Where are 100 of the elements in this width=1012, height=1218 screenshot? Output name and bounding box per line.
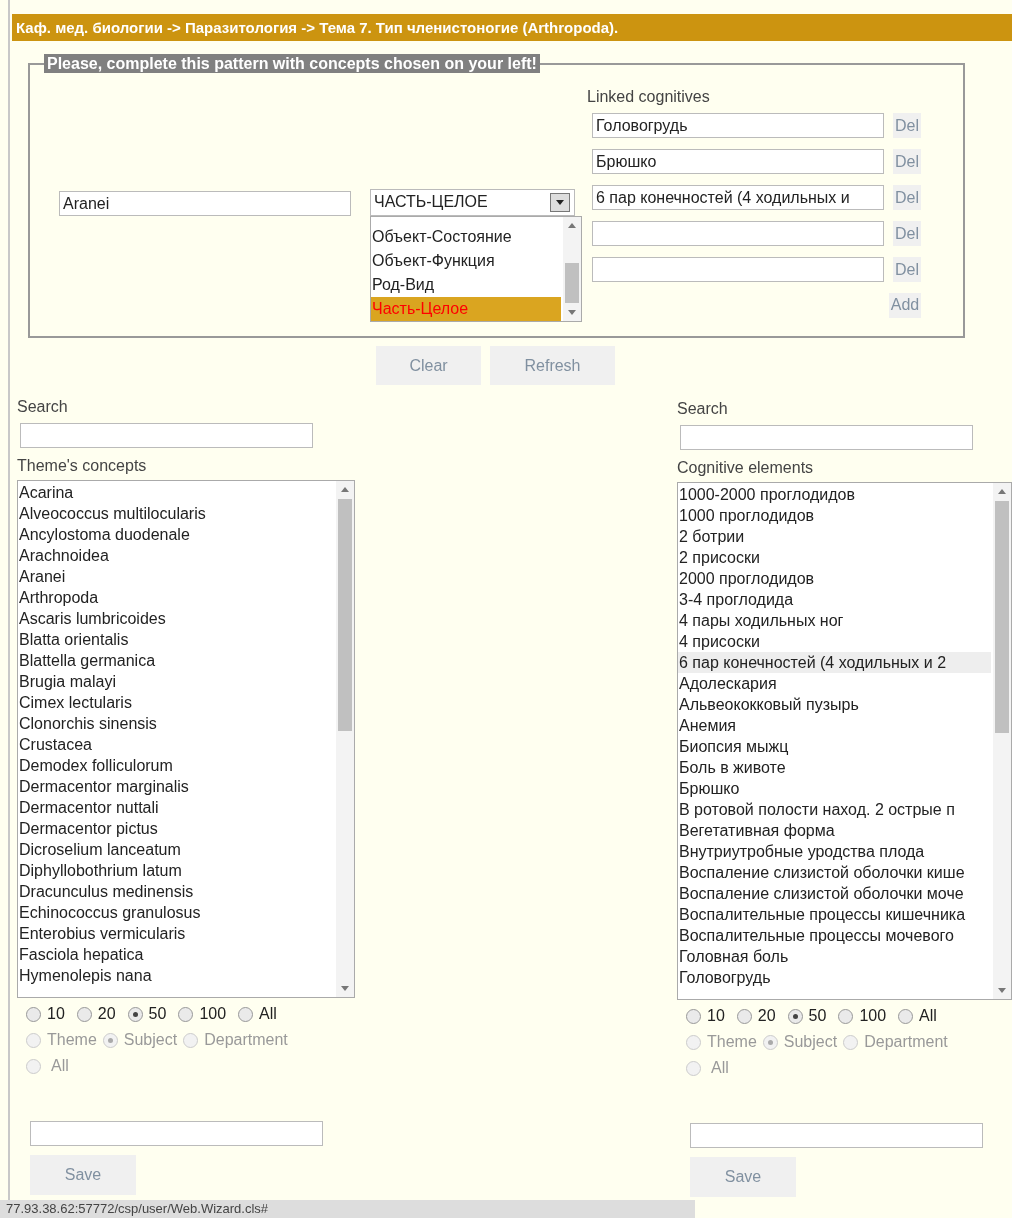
linked-field[interactable] [592, 257, 884, 282]
radio-label: Theme [707, 1032, 757, 1052]
scrollbar[interactable] [563, 217, 581, 321]
radio-label: Subject [783, 1032, 838, 1052]
list-item[interactable]: Брюшко [678, 778, 991, 799]
list-item[interactable]: 2000 проглодидов [678, 568, 991, 589]
list-item[interactable]: 1000 проглодидов [678, 505, 991, 526]
radio-button[interactable] [787, 1008, 803, 1024]
list-item[interactable]: Crustacea [18, 734, 334, 755]
list-item[interactable]: 6 пар конечностей (4 ходильных и 2 [678, 652, 991, 673]
list-item[interactable]: 2 ботрии [678, 526, 991, 547]
list-item[interactable]: Brugia malayi [18, 671, 334, 692]
linked-field[interactable]: 6 пар конечностей (4 ходильных и [592, 185, 884, 210]
list-item[interactable]: Dermacentor marginalis [18, 776, 334, 797]
radio-label: 20 [757, 1006, 776, 1026]
list-item[interactable]: Головная боль [678, 946, 991, 967]
list-item[interactable]: Cimex lectularis [18, 692, 334, 713]
name-field[interactable] [30, 1121, 323, 1146]
list-item[interactable]: 2 присоски [678, 547, 991, 568]
list-item[interactable]: Arthropoda [18, 587, 334, 608]
list-item[interactable]: Dicroselium lanceatum [18, 839, 334, 860]
radio-label: Theme [47, 1030, 97, 1050]
relation-option[interactable]: Объект-Состояние [371, 225, 561, 249]
radio-label: 10 [707, 1006, 725, 1026]
list-item[interactable]: Blatta orientalis [18, 629, 334, 650]
list-item[interactable]: В ротовой полости наход. 2 острые п [678, 799, 991, 820]
list-item[interactable]: Анемия [678, 715, 991, 736]
list-item[interactable]: Demodex folliculorum [18, 755, 334, 776]
list-label: Cognitive elements [677, 458, 815, 478]
list-item[interactable]: 4 присоски [678, 631, 991, 652]
radio-label: 100 [859, 1006, 887, 1026]
list-item[interactable]: Dermacentor nuttali [18, 797, 334, 818]
radio-button[interactable] [736, 1008, 752, 1024]
list-item[interactable]: Биопсия мыжц [678, 736, 991, 757]
list-item[interactable]: Enterobius vermicularis [18, 923, 334, 944]
name-field[interactable] [690, 1123, 983, 1148]
pattern-legend: Please, complete this pattern with concepts chosen on your left! [44, 54, 540, 73]
search-label: Search [677, 399, 729, 419]
radio-button[interactable] [76, 1006, 92, 1022]
list-item[interactable]: Diphyllobothrium latum [18, 860, 334, 881]
relation-option[interactable]: Род-Вид [371, 273, 561, 297]
search-field[interactable] [20, 423, 313, 448]
list-item[interactable]: Aranei [18, 566, 334, 587]
radio-label: 100 [199, 1004, 227, 1024]
radio-label: All [259, 1004, 277, 1024]
radio-label: Department [864, 1032, 948, 1052]
list-item[interactable]: Головогрудь [678, 967, 991, 988]
linked-label: Linked cognitives [587, 87, 711, 107]
list-item[interactable]: 3-4 проглодида [678, 589, 991, 610]
radio-button[interactable] [127, 1006, 143, 1022]
linked-field[interactable]: Брюшко [592, 149, 884, 174]
list-item[interactable]: 4 пары ходильных ног [678, 610, 991, 631]
radio-label: All [51, 1056, 69, 1076]
breadcrumb-bar: Каф. мед. биологии -> Паразитология -> Тема 7. Тип членистоногие (Arthropoda). [12, 14, 1012, 41]
list-item[interactable]: Clonorchis sinensis [18, 713, 334, 734]
radio-label: 50 [148, 1004, 167, 1024]
list-item[interactable]: Воспалительные процессы кишечника [678, 904, 991, 925]
scrollbar[interactable] [336, 481, 354, 997]
scrollbar[interactable] [993, 483, 1011, 999]
list-item[interactable]: Acarina [18, 482, 334, 503]
linked-field[interactable]: Головогрудь [592, 113, 884, 138]
list-item[interactable]: Arachnoidea [18, 545, 334, 566]
radio-button[interactable] [238, 1006, 254, 1022]
list-item[interactable]: Blattella germanica [18, 650, 334, 671]
list-item[interactable]: Внутриутробные уродства плода [678, 841, 991, 862]
linked-field[interactable] [592, 221, 884, 246]
radio-button[interactable] [898, 1008, 914, 1024]
list-item[interactable]: Вегетативная форма [678, 820, 991, 841]
list-item[interactable]: Hymenolepis nana [18, 965, 334, 986]
radio-button[interactable] [26, 1006, 41, 1022]
radio-label: Subject [123, 1030, 178, 1050]
list-item[interactable]: 1000-2000 проглодидов [678, 484, 991, 505]
radio-label: All [711, 1058, 729, 1078]
list-item[interactable]: Echinococcus granulosus [18, 902, 334, 923]
list-item[interactable]: Ancylostoma duodenale [18, 524, 334, 545]
list-item[interactable]: Альвеококковый пузырь [678, 694, 991, 715]
radio-label: 50 [808, 1006, 827, 1026]
status-bar: 77.93.38.62:57772/csp/user/Web.Wizard.cls# [0, 1200, 695, 1218]
radio-label: Department [204, 1030, 288, 1050]
list-item[interactable]: Ascaris lumbricoides [18, 608, 334, 629]
search-field[interactable] [680, 425, 973, 450]
list-item[interactable]: Fasciola hepatica [18, 944, 334, 965]
relation-select[interactable]: ЧАСТЬ-ЦЕЛОЕ [370, 189, 575, 216]
concept-field[interactable]: Aranei [59, 191, 351, 216]
list-item[interactable]: Dracunculus medinensis [18, 881, 334, 902]
list-item[interactable]: Alveococcus multilocularis [18, 503, 334, 524]
list-item[interactable]: Адолескария [678, 673, 991, 694]
list-label: Theme's concepts [17, 456, 148, 476]
radio-label: 20 [97, 1004, 116, 1024]
radio-button[interactable] [178, 1006, 194, 1022]
list-item[interactable]: Воспаление слизистой оболочки моче [678, 883, 991, 904]
radio-button[interactable] [838, 1008, 854, 1024]
dropdown-button[interactable] [550, 193, 570, 212]
radio-label: All [919, 1006, 937, 1026]
list-item[interactable]: Боль в животе [678, 757, 991, 778]
list-item[interactable]: Dermacentor pictus [18, 818, 334, 839]
relation-option[interactable]: Объект-Функция [371, 249, 561, 273]
radio-button[interactable] [686, 1008, 701, 1024]
list-item[interactable]: Воспаление слизистой оболочки кише [678, 862, 991, 883]
list-item[interactable]: Воспалительные процессы мочевого [678, 925, 991, 946]
